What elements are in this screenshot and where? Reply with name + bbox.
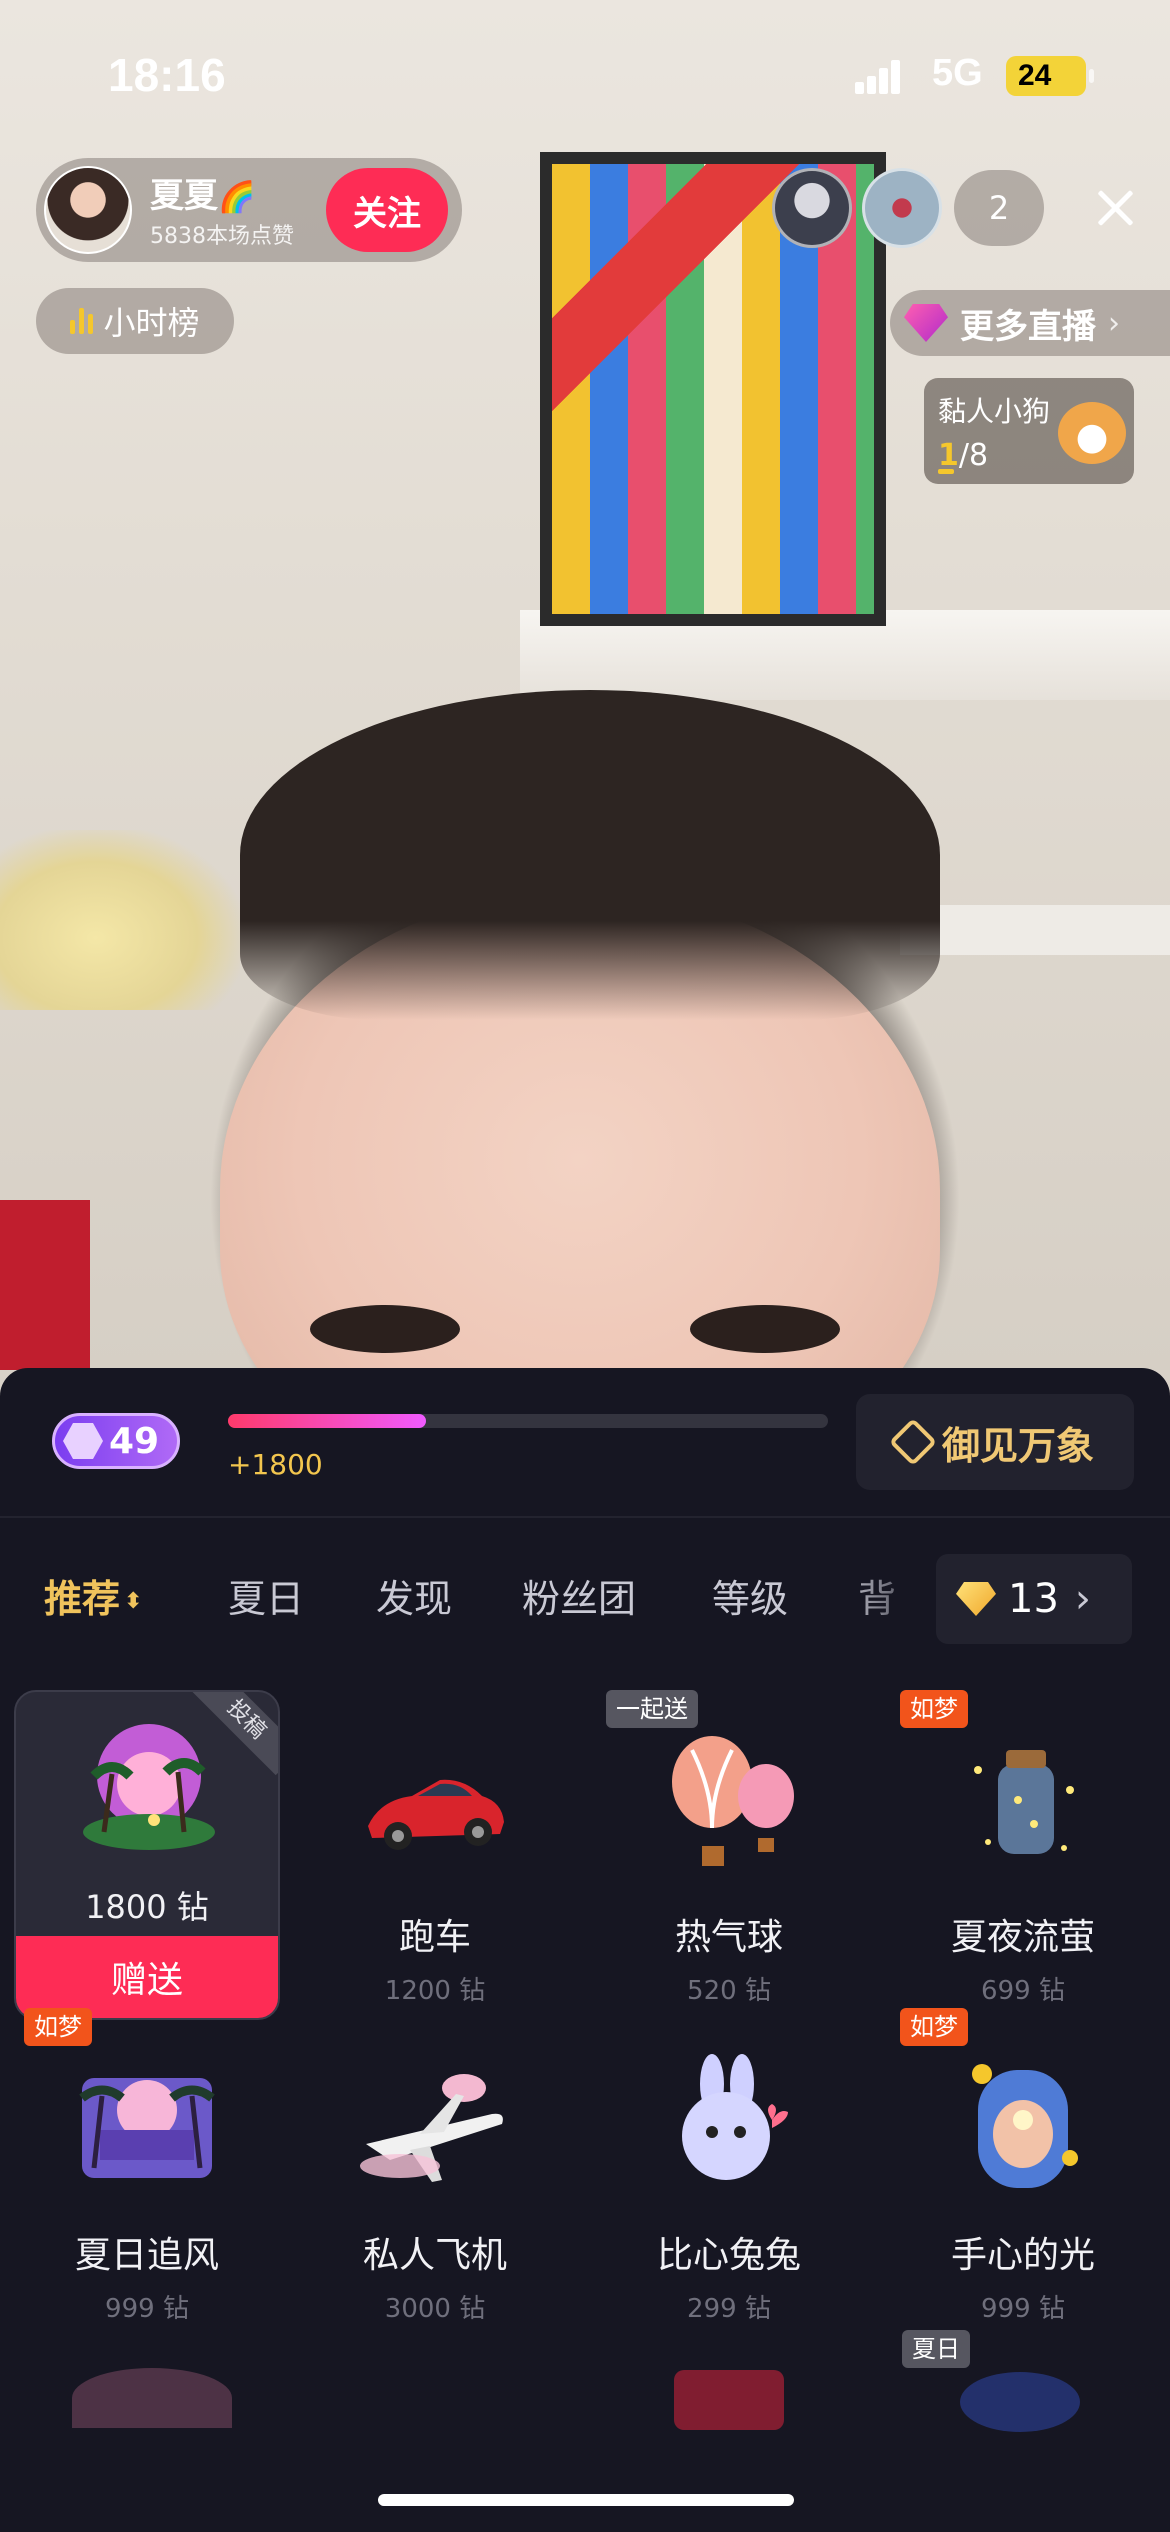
- gift-price: 999 钻: [105, 2294, 189, 2324]
- viewer-avatar[interactable]: [772, 168, 852, 248]
- gift-price: 699 钻: [981, 1976, 1065, 2006]
- host-name: 夏夏🌈: [150, 168, 255, 217]
- gift-tabs: 推荐⬍ 夏日 发现 粉丝团 等级 背 13 ›: [0, 1518, 1170, 1668]
- private-jet-icon: [360, 2074, 503, 2182]
- streamer-eye-left: [310, 1305, 460, 1353]
- summer-island-icon: [83, 1724, 215, 1850]
- battery-icon: 24: [1006, 56, 1094, 96]
- task-current: 1: [938, 438, 959, 473]
- sort-icon: ⬍: [124, 1589, 143, 1614]
- network-type: 5G: [932, 52, 983, 94]
- task-total: /8: [958, 438, 989, 473]
- gift-preview: [960, 2372, 1080, 2432]
- gift-tag: 如梦: [900, 2008, 968, 2046]
- level-number: 49: [109, 1420, 160, 1462]
- host-likes: 5838本场点赞: [150, 224, 294, 249]
- gift-price: 520 钻: [687, 1976, 771, 2006]
- status-time: 18:16: [108, 49, 226, 101]
- gem-icon: [904, 304, 948, 342]
- streamer-eye-right: [690, 1305, 840, 1353]
- hourly-rank-button[interactable]: 小时榜: [36, 288, 234, 354]
- chevron-right-icon: ›: [1108, 305, 1120, 341]
- gift-price: 299 钻: [687, 2294, 771, 2324]
- hot-air-balloon-icon: [672, 1736, 794, 1866]
- host-card[interactable]: 夏夏🌈 5838本场点赞 关注: [36, 158, 462, 262]
- gift-name: 跑车: [398, 1917, 471, 1958]
- heart-bunny-icon: [682, 2054, 788, 2180]
- tab-summer[interactable]: 夏日: [228, 1568, 304, 1623]
- gift-name: 夏夜流萤: [950, 1917, 1095, 1958]
- balance-button[interactable]: 13 ›: [936, 1554, 1132, 1644]
- promo-label: 御见万象: [941, 1423, 1094, 1468]
- level-row: 49 +1800 御见万象: [0, 1368, 1170, 1516]
- host-avatar[interactable]: [44, 166, 132, 254]
- tab-label: 推荐: [44, 1577, 121, 1621]
- gift-price: 1200 钻: [384, 1976, 486, 2006]
- diamond-icon: [956, 1582, 996, 1616]
- close-icon[interactable]: [1090, 183, 1140, 233]
- gift-item-selected[interactable]: 投稿 1800 钻 赠送: [14, 1690, 280, 2020]
- gift-tag: 夏日: [902, 2330, 970, 2368]
- gift-item[interactable]: 如梦 手心的光 999 钻: [890, 2008, 1156, 2338]
- tab-recommend[interactable]: 推荐 ⬍: [44, 1568, 142, 1623]
- tab-fan-club[interactable]: 粉丝团: [522, 1568, 636, 1623]
- signal-icon: [855, 60, 901, 94]
- viewer-avatar[interactable]: [862, 168, 942, 248]
- level-hex-icon: [63, 1423, 103, 1459]
- chevron-right-icon: ›: [1074, 1576, 1091, 1622]
- rainbow-icon: 🌈: [218, 180, 256, 215]
- tab-level[interactable]: 等级: [712, 1568, 788, 1623]
- gift-item[interactable]: 如梦 夏日追风 999 钻: [14, 2008, 280, 2338]
- gift-item[interactable]: 跑车 1200 钻: [302, 1690, 568, 2020]
- streamer-fringe: [240, 690, 940, 1020]
- more-live-label: 更多直播: [960, 306, 1096, 347]
- gift-tag: 如梦: [24, 2008, 92, 2046]
- level-badge[interactable]: 49: [52, 1413, 180, 1469]
- follow-button[interactable]: 关注: [326, 168, 448, 252]
- promo-button[interactable]: 御见万象: [856, 1394, 1134, 1490]
- gift-name: 手心的光: [950, 2235, 1095, 2276]
- gift-item[interactable]: 一起送 热气球 520 钻: [596, 1690, 862, 2020]
- firefly-jar-icon: [974, 1750, 1074, 1854]
- beach-sunset-icon: [79, 2078, 215, 2178]
- tab-discover[interactable]: 发现: [376, 1568, 452, 1623]
- gift-price: 1800 钻: [85, 1888, 209, 1926]
- tab-fade: [840, 1558, 940, 1628]
- more-live-button[interactable]: 更多直播 ›: [890, 290, 1170, 356]
- rank-bars-icon: [70, 308, 94, 334]
- corgi-icon: [1058, 402, 1126, 464]
- level-progress-bar: [228, 1414, 828, 1428]
- gift-name: 比心兔兔: [656, 2235, 801, 2276]
- gift-name: 热气球: [674, 1917, 783, 1958]
- sports-car-icon: [368, 1779, 504, 1850]
- gift-name: 夏日追风: [74, 2235, 219, 2276]
- battery-level: 24: [1018, 59, 1052, 92]
- gift-name: 私人飞机: [362, 2235, 507, 2276]
- send-button[interactable]: 赠送: [16, 1936, 278, 2018]
- gift-preview: [72, 2368, 232, 2428]
- task-progress-bar: [938, 469, 954, 474]
- gift-tag: 如梦: [900, 1690, 968, 1728]
- balance-amount: 13: [1008, 1576, 1059, 1622]
- gift-item[interactable]: 如梦 夏夜流萤 699 钻: [890, 1690, 1156, 2020]
- task-card[interactable]: 黏人小狗 1/8: [924, 378, 1134, 484]
- viewer-count[interactable]: 2: [954, 170, 1044, 246]
- gift-item[interactable]: 比心兔兔 299 钻: [596, 2008, 862, 2338]
- gift-item[interactable]: 私人飞机 3000 钻: [302, 2008, 568, 2338]
- gift-tag: 一起送: [606, 1690, 698, 1728]
- level-progress-fill: [228, 1414, 426, 1428]
- diamond-frame-icon: [888, 1417, 938, 1467]
- gift-preview: [674, 2370, 784, 2430]
- gift-panel: 49 +1800 御见万象 推荐⬍ 夏日 发现 粉丝团 等级 背 13 › 投稿: [0, 1368, 1170, 2532]
- gift-price: 999 钻: [981, 2294, 1065, 2324]
- gift-price: 3000 钻: [384, 2294, 486, 2324]
- home-indicator: [378, 2494, 794, 2506]
- exp-gain: +1800: [228, 1448, 323, 1481]
- hourly-rank-label: 小时榜: [103, 304, 200, 342]
- glowing-hands-icon: [972, 2064, 1078, 2188]
- host-name-text: 夏夏: [150, 176, 218, 216]
